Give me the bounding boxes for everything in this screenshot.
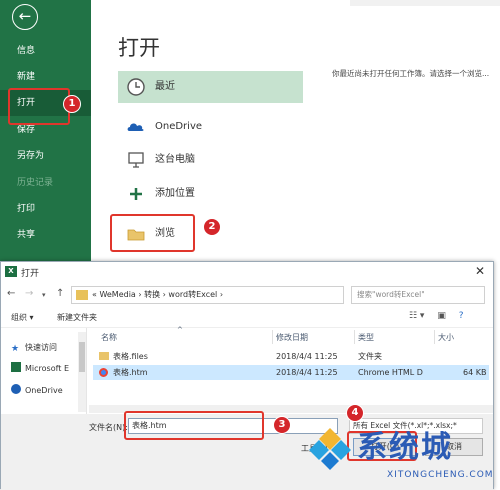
watermark-url: XITONGCHENG.COM [387,470,494,480]
view-options-icon[interactable]: ☷ ▾ [409,311,424,321]
watermark-title: 系统城 [357,430,453,465]
sidebar-item-save-as[interactable]: 另存为 [0,143,91,169]
nav-item-onedrive[interactable]: OneDrive [11,384,63,395]
organize-button[interactable]: 组织 ▾ [11,312,34,323]
plus-icon [130,188,142,200]
sidebar-item-info[interactable]: 信息 [0,38,91,64]
search-input[interactable]: 搜索"word转Excel" [351,286,485,304]
preview-pane-icon[interactable]: ▣ [437,311,446,321]
location-label: 添加位置 [155,188,195,199]
breadcrumb-item[interactable]: 转换 [144,290,160,299]
page-title: 打开 [118,36,160,60]
cloud-icon [127,123,144,131]
folder-icon [99,352,109,360]
file-size: 64 KB [463,368,487,377]
location-label: 这台电脑 [155,154,195,165]
sidebar-item-print[interactable]: 打印 [0,196,91,222]
location-label: OneDrive [155,121,203,132]
file-row[interactable]: 表格.files 2018/4/4 11:25 文件夹 [93,349,489,364]
excel-icon [11,362,21,372]
nav-item-quick-access[interactable]: ★ 快速访问 [11,342,57,354]
address-bar[interactable]: « WeMedia › 转换 › word转Excel › ⟳ [71,286,344,304]
sidebar-item-new[interactable]: 新建 [0,64,91,90]
excel-logo-icon: X [5,266,17,277]
dialog-toolbar: 组织 ▾ 新建文件夹 ☷ ▾ ▣ ? [1,308,493,328]
top-edge-strip [350,0,500,6]
close-icon[interactable]: ✕ [475,264,485,278]
column-divider[interactable] [354,330,355,344]
navigation-scrollbar[interactable] [78,332,86,412]
watermark: 系统城 XITONGCHENG.COM [305,420,500,489]
file-date: 2018/4/4 11:25 [276,352,338,361]
back-icon[interactable]: ← [7,288,15,299]
annotation-badge-2: 2 [203,218,221,236]
forward-icon[interactable]: → [25,288,33,299]
annotation-box-2 [110,214,195,252]
dialog-title-bar: X 打开 ✕ [1,262,493,282]
chrome-icon [99,368,108,377]
sidebar-item-share[interactable]: 共享 [0,222,91,248]
column-divider[interactable] [434,330,435,344]
column-divider[interactable] [272,330,273,344]
breadcrumb-item[interactable]: WeMedia [99,290,135,299]
nav-item-label: Microsoft E [25,364,70,373]
scrollbar-thumb[interactable] [79,342,85,372]
nav-item-excel[interactable]: Microsoft E [11,362,69,373]
watermark-logo-icon [309,428,351,470]
annotation-badge-1: 1 [63,95,81,113]
new-folder-button[interactable]: 新建文件夹 [57,312,97,323]
location-add-place[interactable]: 添加位置 [118,178,303,210]
recent-locations-chevron-icon[interactable]: ▾ [42,291,46,299]
annotation-box-3 [124,411,264,440]
file-name: 表格.htm [113,368,148,377]
filename-label: 文件名(N): [89,423,128,432]
folder-icon [76,290,88,300]
location-label: 最近 [155,81,175,92]
location-this-pc[interactable]: 这台电脑 [118,144,303,176]
navigation-pane: ★ 快速访问 Microsoft E OneDrive [1,328,87,418]
help-icon[interactable]: ? [459,311,464,321]
navigation-bar: ← → ▾ ↑ « WeMedia › 转换 › word转Excel › ⟳ … [1,284,493,306]
sort-chevron-icon: ^ [177,326,183,334]
file-row[interactable]: 表格.htm 2018/4/4 11:25 Chrome HTML D 64 K… [93,365,489,380]
annotation-box-1 [8,88,70,125]
location-onedrive[interactable]: OneDrive [118,111,303,143]
column-header-type[interactable]: 类型 [358,332,374,343]
recent-empty-message: 你最近尚未打开任何工作簿。请选择一个浏览... [332,69,490,78]
back-arrow-icon[interactable]: ← [12,4,38,30]
location-recent[interactable]: 最近 [118,71,303,103]
file-date: 2018/4/4 11:25 [276,368,338,377]
breadcrumb-item[interactable]: word转Excel [168,290,217,299]
nav-item-label: 快速访问 [25,343,57,352]
column-header-size[interactable]: 大小 [438,332,454,343]
sidebar-item-history[interactable]: 历史记录 [0,170,91,196]
file-type: 文件夹 [358,352,382,361]
computer-icon [128,152,144,168]
clock-icon [127,78,145,96]
file-name: 表格.files [113,352,148,361]
star-icon: ★ [11,344,20,354]
annotation-badge-3: 3 [273,416,291,434]
up-arrow-icon[interactable]: ↑ [56,288,64,299]
dialog-title: 打开 [21,269,40,279]
column-header-name[interactable]: 名称 [101,332,117,343]
cloud-icon [11,384,21,394]
column-header-date[interactable]: 修改日期 [276,332,308,343]
nav-item-label: OneDrive [25,386,63,395]
file-type: Chrome HTML D [358,368,423,377]
